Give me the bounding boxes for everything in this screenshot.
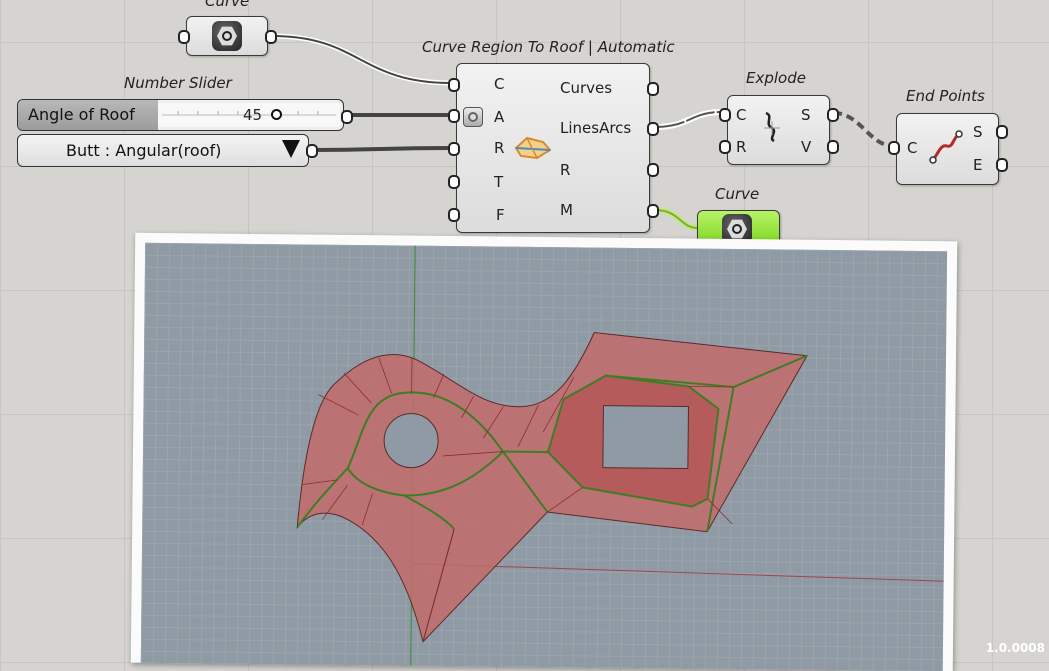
explode-icon bbox=[758, 110, 784, 144]
value-list-selected: Butt : Angular(roof) bbox=[66, 141, 221, 160]
explode-output-v: V bbox=[801, 139, 811, 155]
curve-region-to-roof-component[interactable]: C A R T F Curves LinesArcs R M bbox=[456, 63, 650, 233]
value-list-dropdown[interactable]: Butt : Angular(roof) bbox=[17, 134, 309, 167]
slider-knob[interactable] bbox=[271, 109, 282, 120]
roof-input-grip-c[interactable] bbox=[448, 78, 460, 92]
viewport-frame bbox=[131, 233, 957, 671]
curve-input-title: Curve bbox=[205, 0, 249, 10]
explode-input-c: C bbox=[736, 107, 746, 123]
value-list-output-grip[interactable] bbox=[306, 144, 318, 158]
roof-input-a: A bbox=[494, 109, 504, 125]
roof-input-grip-t[interactable] bbox=[448, 175, 460, 189]
explode-component[interactable]: C R S V bbox=[727, 95, 830, 165]
roof-icon bbox=[513, 134, 553, 162]
curve-output-title: Curve bbox=[715, 185, 759, 203]
end-points-input-grip-c[interactable] bbox=[888, 141, 900, 155]
output-grip[interactable] bbox=[265, 30, 277, 44]
end-points-icon bbox=[927, 128, 965, 166]
roof-input-c: C bbox=[494, 76, 504, 92]
roof-output-linesarcs: LinesArcs bbox=[560, 120, 631, 136]
explode-output-grip-s[interactable] bbox=[827, 108, 839, 122]
roof-output-grip-linesarcs[interactable] bbox=[647, 122, 659, 136]
explode-title: Explode bbox=[746, 69, 806, 87]
end-points-output-s: S bbox=[973, 124, 983, 140]
explode-input-grip-r[interactable] bbox=[719, 140, 731, 154]
end-points-output-grip-e[interactable] bbox=[996, 158, 1008, 172]
slider-label: Angle of Roof bbox=[18, 100, 158, 130]
slider-track[interactable]: 45 bbox=[158, 103, 340, 127]
curve-input-param[interactable] bbox=[186, 16, 268, 56]
end-points-title: End Points bbox=[906, 87, 985, 105]
explode-input-grip-c[interactable] bbox=[719, 108, 731, 122]
roof-output-r: R bbox=[560, 162, 570, 178]
end-points-output-e: E bbox=[973, 157, 982, 173]
explode-output-grip-v[interactable] bbox=[827, 140, 839, 154]
roof-output-curves: Curves bbox=[560, 80, 612, 96]
number-slider[interactable]: Angle of Roof 45 bbox=[17, 99, 344, 131]
end-points-output-grip-s[interactable] bbox=[996, 125, 1008, 139]
roof-input-grip-f[interactable] bbox=[448, 208, 460, 222]
explode-output-s: S bbox=[801, 107, 811, 123]
roof-input-r: R bbox=[494, 140, 504, 156]
roof-input-t: T bbox=[494, 174, 503, 190]
version-label: 1.0.0008 bbox=[986, 641, 1045, 655]
roof-output-grip-curves[interactable] bbox=[647, 82, 659, 96]
roof-input-grip-r[interactable] bbox=[448, 142, 460, 156]
slider-output-grip[interactable] bbox=[341, 110, 353, 124]
dropdown-arrow-icon[interactable] bbox=[282, 140, 300, 158]
slider-value: 45 bbox=[243, 106, 262, 124]
end-points-component[interactable]: C S E bbox=[896, 113, 999, 185]
slider-input-icon bbox=[463, 107, 483, 127]
roof-output-grip-r[interactable] bbox=[647, 163, 659, 177]
curve-param-icon bbox=[212, 21, 242, 51]
roof-title: Curve Region To Roof | Automatic bbox=[422, 38, 675, 56]
roof-geometry bbox=[141, 243, 947, 671]
explode-input-r: R bbox=[736, 139, 746, 155]
roof-output-m: M bbox=[560, 202, 573, 218]
rhino-viewport[interactable] bbox=[141, 243, 947, 671]
roof-input-f: F bbox=[496, 207, 505, 223]
input-grip[interactable] bbox=[178, 30, 190, 44]
roof-input-grip-a[interactable] bbox=[448, 109, 460, 123]
roof-output-grip-m[interactable] bbox=[647, 204, 659, 218]
number-slider-title: Number Slider bbox=[124, 74, 232, 92]
end-points-input-c: C bbox=[907, 140, 917, 156]
